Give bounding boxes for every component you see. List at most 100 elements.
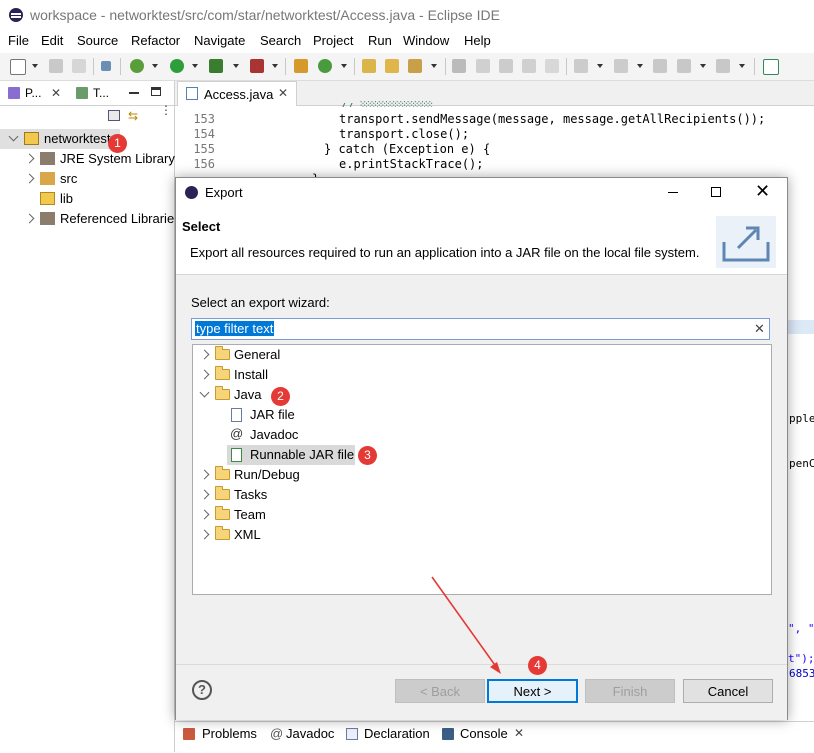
new-java-package-icon[interactable] [294, 59, 308, 73]
last-edit-location-icon[interactable] [653, 59, 667, 73]
code-line[interactable]: } catch (Exception e) { [324, 142, 490, 156]
chevron-right-icon[interactable] [24, 153, 35, 164]
wizard-item-jar-file[interactable]: JAR file [193, 405, 771, 425]
tab-declaration[interactable]: Declaration [364, 726, 430, 741]
toggle-breadcrumb-icon[interactable] [499, 59, 513, 73]
debug-dropdown-icon[interactable] [152, 64, 158, 68]
next-button[interactable]: Next > [487, 679, 578, 703]
close-console-icon[interactable]: ✕ [514, 726, 524, 740]
window-title: workspace - networktest/src/com/star/net… [30, 7, 500, 23]
menu-search[interactable]: Search [260, 33, 301, 48]
wizard-item-general[interactable]: General [193, 345, 771, 365]
back-icon[interactable] [677, 59, 691, 73]
word-wrap-icon[interactable] [522, 59, 536, 73]
skip-breakpoints-icon[interactable] [101, 61, 111, 71]
forward-dropdown-icon[interactable] [739, 64, 745, 68]
dialog-close-icon[interactable]: ✕ [755, 181, 770, 202]
tab-package-explorer[interactable]: P... [25, 86, 41, 100]
wizard-item-xml[interactable]: XML [193, 525, 771, 545]
help-icon[interactable]: ? [192, 680, 212, 700]
tab-access-java[interactable]: Access.java ✕ [177, 81, 297, 106]
run-icon[interactable] [170, 59, 184, 73]
previous-annotation-dropdown-icon[interactable] [637, 64, 643, 68]
close-package-explorer-icon[interactable]: ✕ [51, 86, 61, 100]
menu-source[interactable]: Source [77, 33, 118, 48]
coverage-dropdown-icon[interactable] [233, 64, 239, 68]
tab-problems[interactable]: Problems [202, 726, 257, 741]
wizard-item-install[interactable]: Install [193, 365, 771, 385]
minimize-icon[interactable] [129, 92, 139, 94]
close-tab-icon[interactable]: ✕ [278, 86, 288, 100]
chevron-right-icon[interactable] [24, 173, 35, 184]
open-type-icon[interactable] [362, 59, 376, 73]
menu-edit[interactable]: Edit [41, 33, 63, 48]
wizard-item-team[interactable]: Team [193, 505, 771, 525]
menu-refactor[interactable]: Refactor [131, 33, 180, 48]
tree-item-src[interactable]: src [0, 169, 174, 189]
tree-item-networktest[interactable]: networktest [0, 129, 120, 149]
menu-window[interactable]: Window [403, 33, 449, 48]
coverage-icon[interactable] [209, 59, 223, 73]
new-class-dropdown-icon[interactable] [341, 64, 347, 68]
menu-help[interactable]: Help [464, 33, 491, 48]
code-line[interactable]: e.printStackTrace(); [339, 157, 484, 171]
chevron-right-icon[interactable] [24, 213, 35, 224]
external-tools-dropdown-icon[interactable] [272, 64, 278, 68]
chevron-down-icon[interactable] [8, 131, 19, 142]
search-dropdown-icon[interactable] [431, 64, 437, 68]
debug-icon[interactable] [130, 59, 144, 73]
cancel-button[interactable]: Cancel [683, 679, 773, 703]
search-tool-icon[interactable] [408, 59, 422, 73]
open-perspective-icon[interactable] [763, 59, 779, 75]
filter-input[interactable]: type filter text ✕ [191, 318, 770, 340]
run-dropdown-icon[interactable] [192, 64, 198, 68]
toggle-block-selection-icon[interactable] [476, 59, 490, 73]
tab-console[interactable]: Console [460, 726, 508, 741]
tree-item-referenced-libraries[interactable]: Referenced Libraries [0, 209, 174, 229]
save-all-icon[interactable] [72, 59, 86, 73]
external-tools-icon[interactable] [250, 59, 264, 73]
new-java-class-icon[interactable] [318, 59, 332, 73]
code-line[interactable]: transport.sendMessage(message, message.g… [339, 112, 765, 126]
previous-annotation-icon[interactable] [614, 59, 628, 73]
code-line[interactable]: transport.close(); [339, 127, 469, 141]
save-icon[interactable] [49, 59, 63, 73]
menu-project[interactable]: Project [313, 33, 353, 48]
tree-item-lib[interactable]: lib [0, 189, 174, 209]
chevron-down-icon[interactable] [199, 387, 210, 398]
next-annotation-icon[interactable] [574, 59, 588, 73]
menu-navigate[interactable]: Navigate [194, 33, 245, 48]
chevron-right-icon[interactable] [199, 509, 210, 520]
toggle-mark-occurrences-icon[interactable] [452, 59, 466, 73]
chevron-right-icon[interactable] [199, 369, 210, 380]
chevron-right-icon[interactable] [199, 529, 210, 540]
maximize-icon[interactable] [151, 87, 161, 96]
back-dropdown-icon[interactable] [700, 64, 706, 68]
chevron-right-icon[interactable] [199, 489, 210, 500]
wizard-item-javadoc[interactable]: @ Javadoc [193, 425, 771, 445]
chevron-right-icon[interactable] [199, 349, 210, 360]
wizard-item-runnable-jar-file[interactable]: Runnable JAR file [227, 445, 355, 465]
tab-type-hierarchy[interactable]: T... [93, 86, 109, 100]
menu-run[interactable]: Run [368, 33, 392, 48]
next-annotation-dropdown-icon[interactable] [597, 64, 603, 68]
show-whitespace-icon[interactable] [545, 59, 559, 73]
wizard-item-tasks[interactable]: Tasks [193, 485, 771, 505]
wizard-item-run-debug[interactable]: Run/Debug [193, 465, 771, 485]
menu-file[interactable]: File [8, 33, 29, 48]
view-menu-icon[interactable]: ⋮ [160, 104, 172, 122]
back-button[interactable]: < Back [395, 679, 485, 703]
new-dropdown-icon[interactable] [32, 64, 38, 68]
new-icon[interactable] [10, 59, 26, 75]
open-task-icon[interactable] [385, 59, 399, 73]
tree-item-jre-system-library[interactable]: JRE System Library [0, 149, 175, 169]
dialog-minimize-icon[interactable] [668, 192, 678, 193]
collapse-all-icon[interactable] [108, 110, 120, 121]
chevron-right-icon[interactable] [199, 469, 210, 480]
forward-icon[interactable] [716, 59, 730, 73]
finish-button[interactable]: Finish [585, 679, 675, 703]
clear-filter-icon[interactable]: ✕ [754, 321, 765, 337]
link-with-editor-icon[interactable]: ⇆ [128, 110, 142, 122]
dialog-maximize-icon[interactable] [711, 187, 721, 197]
tab-javadoc[interactable]: Javadoc [286, 726, 334, 741]
